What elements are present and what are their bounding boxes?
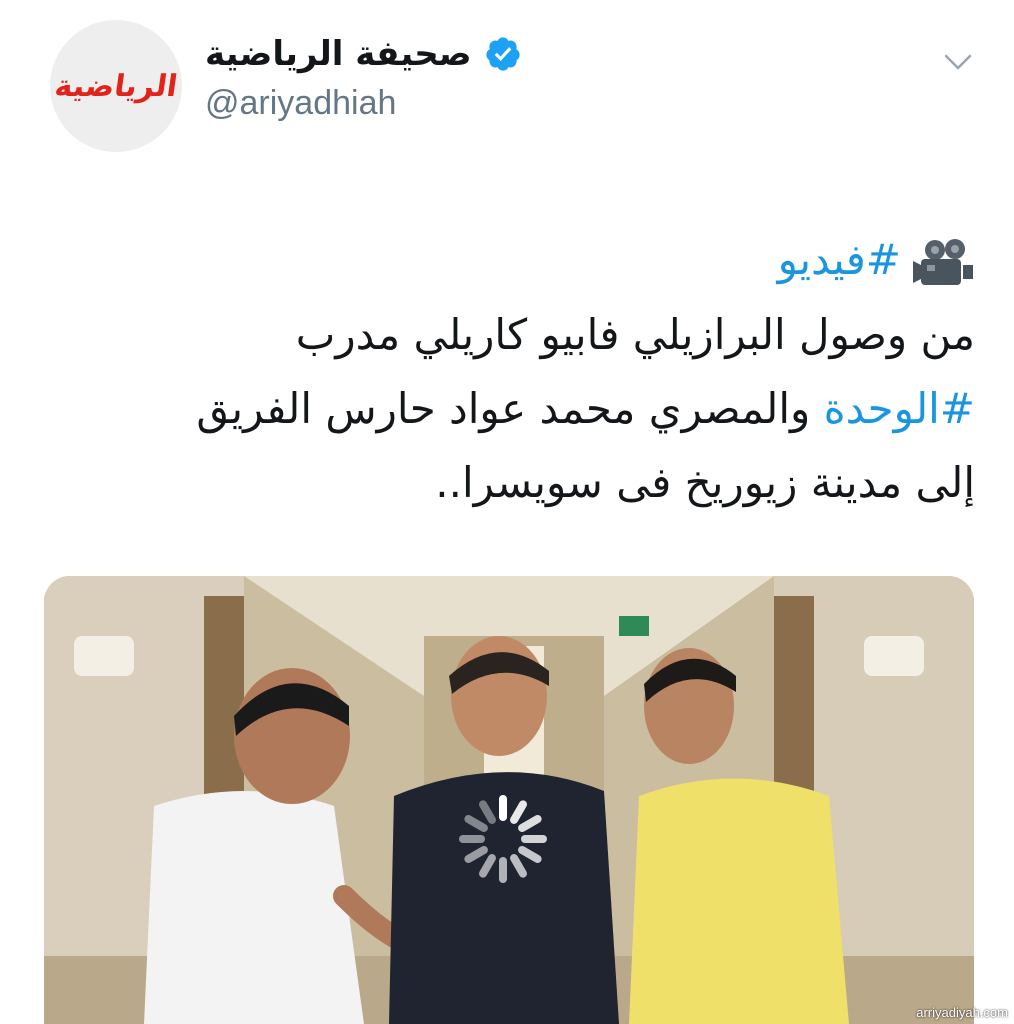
tweet-line-3: #الوحدة والمصري محمد عواد حارس الفريق: [40, 372, 975, 446]
hashtag-team[interactable]: #الوحدة: [824, 384, 975, 433]
tweet-line-4: إلى مدينة زيوريخ فى سويسرا..: [435, 458, 975, 507]
verified-badge-icon: [485, 37, 520, 71]
movie-camera-icon: [913, 238, 973, 285]
name-row: صحيفة الرياضية: [205, 26, 522, 82]
display-name[interactable]: صحيفة الرياضية: [205, 34, 472, 74]
video-player[interactable]: [44, 576, 974, 1024]
hashtag-video[interactable]: #فيديو: [778, 235, 901, 284]
avatar[interactable]: الرياضية: [50, 20, 182, 152]
avatar-logo: الرياضية: [52, 68, 180, 104]
loading-spinner-icon: [459, 795, 547, 883]
tweet-text: #فيديو من وصول البرازيلي فابيو كاريلي مد…: [40, 222, 975, 520]
user-handle[interactable]: @ariyadhiah: [205, 84, 396, 123]
tweet-line-2: من وصول البرازيلي فابيو كاريلي مدرب: [295, 310, 975, 359]
tweet-line-3-text: والمصري محمد عواد حارس الفريق: [196, 384, 824, 433]
chevron-down-icon[interactable]: [938, 42, 978, 82]
site-watermark: arriyadiyah.com: [916, 1005, 1008, 1020]
tweet-line-1: #فيديو: [40, 222, 975, 298]
tweet-header: الرياضية صحيفة الرياضية @ariyadhiah: [0, 0, 1014, 170]
